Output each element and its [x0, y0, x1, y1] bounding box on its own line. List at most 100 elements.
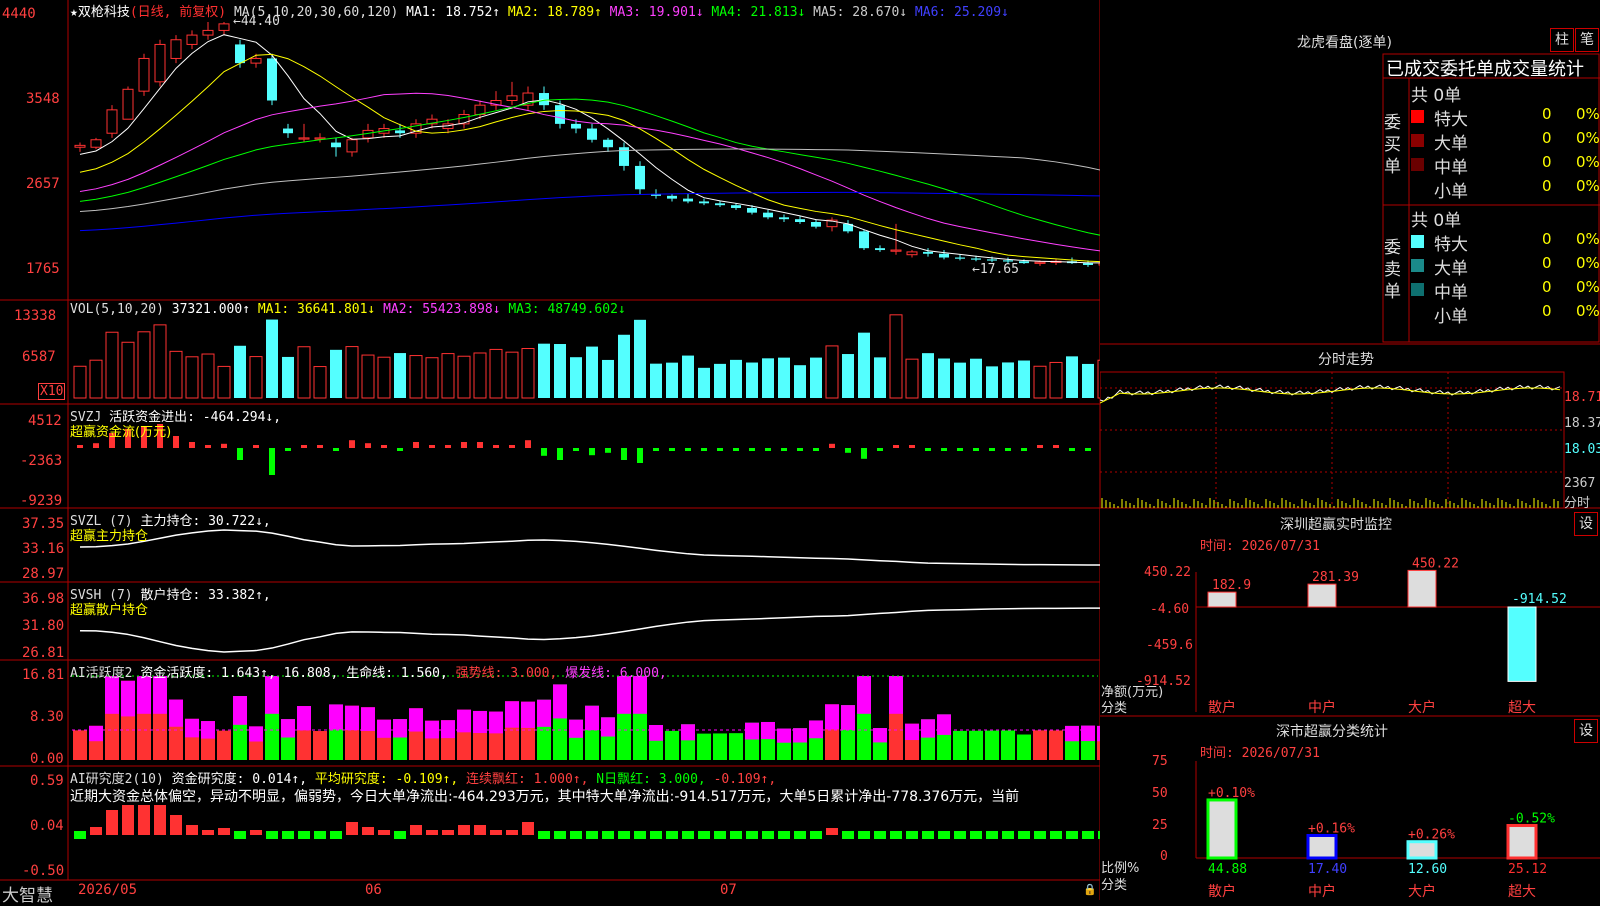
ai-active-burst-bar [105, 676, 119, 714]
bar-mode-button[interactable]: 柱 [1550, 28, 1574, 52]
svzl-ytick-3: 28.97 [22, 566, 65, 582]
volume-bar [538, 343, 550, 398]
volume-unit-badge[interactable]: X10 [38, 383, 66, 400]
candle-body [346, 139, 358, 153]
ai-active-bar [217, 730, 231, 760]
sell-total: 共 0单 [1411, 211, 1462, 231]
classify-category-3: 超大 [1508, 884, 1536, 900]
volume-bar [425, 357, 439, 399]
volume-bar [554, 344, 566, 398]
candle-body [859, 231, 869, 249]
ai-active-bar [1017, 734, 1031, 760]
classify-title: 深市超赢分类统计 [1276, 724, 1388, 740]
stock-name[interactable]: ★双枪科技 [70, 5, 130, 20]
ai-active-burst-bar [121, 680, 135, 717]
candle-body [202, 29, 214, 36]
ai-research-bar [762, 831, 774, 839]
svzj-bar [1021, 448, 1027, 451]
candle-body [955, 257, 965, 259]
ai-active-burst-bar [841, 705, 855, 730]
period-mode[interactable]: (日线, 前复权) [130, 5, 226, 20]
ai-active-burst-bar [345, 705, 359, 731]
candle-body [555, 105, 565, 124]
ai-active-burst-bar [249, 726, 263, 742]
ai-research-bar [554, 831, 566, 839]
main-chart-area[interactable]: ★双枪科技(日线, 前复权) MA(5,10,20,30,60,120) MA1… [0, 0, 1100, 906]
intraday-price-line [1100, 384, 1561, 402]
classify-category-2: 大户 [1408, 883, 1436, 900]
candle-body [890, 249, 902, 252]
candle-body [906, 251, 918, 256]
ai-research-bar [954, 831, 966, 839]
svsh-line [79, 607, 1100, 653]
ai-active-burst-bar [265, 676, 279, 714]
classify-bar-chart: +0.10% 44.88 散户 +0.16% 17.40 中户 +0.26% 12.60 大户 -… [1195, 761, 1600, 900]
ai-active-burst-bar [377, 719, 391, 738]
ai-research-bar [602, 831, 614, 839]
ai-active-bar [729, 733, 743, 760]
ai-research-bar [730, 831, 742, 839]
ai-active-bar [969, 730, 983, 760]
realtime-category-2: 大户 [1408, 699, 1436, 716]
realtime-ytick-3: -459.6 [1146, 638, 1193, 653]
svzj-ytick-1: 4512 [28, 413, 62, 429]
ai-research-bar [74, 831, 86, 839]
ma-line-3 [79, 92, 1100, 252]
classify-settings-button[interactable]: 设 [1574, 719, 1598, 743]
svzj-bar [589, 448, 595, 456]
candle-body [154, 43, 166, 83]
volume-bar [778, 357, 790, 398]
realtime-bar-2 [1407, 569, 1437, 608]
svzj-bar [301, 445, 307, 448]
classify-value-3: 25.12 [1508, 862, 1547, 877]
sell-xl-pct: 0% [1576, 230, 1600, 248]
ai-research-ytick-3: -0.50 [22, 863, 65, 879]
classify-value-2: 12.60 [1408, 862, 1447, 877]
volume-bar [602, 359, 614, 398]
svzj-bar [813, 448, 819, 451]
main-chart-svg[interactable] [0, 0, 1100, 900]
classify-change-0: +0.10% [1208, 786, 1255, 801]
candle-body [923, 251, 933, 254]
candle-body [779, 217, 789, 220]
candle-body [90, 139, 102, 148]
ma-line-6 [79, 191, 1100, 232]
kline-ytick-2: 3548 [26, 91, 60, 107]
ai-active-burst-bar [601, 717, 615, 737]
ai-research-nday: N日飘红: 3.000, [596, 772, 706, 787]
ai-research-bar [250, 830, 262, 835]
svzj-bar [317, 445, 323, 448]
volume-bar [89, 359, 103, 399]
ai-research-value: 资金研究度: 0.014↑, [171, 772, 308, 787]
volume-bar [634, 319, 646, 398]
candle-body [811, 222, 821, 227]
ai-life-line: 生命线: 1.560, [346, 666, 448, 681]
candle-body [635, 165, 645, 190]
right-panel: 182.9 散户 281.39 中户 450.22 大户 -914.52 超大 +0.10% 4… [1100, 0, 1600, 900]
volume-bar [938, 358, 950, 398]
ai-research-bar [970, 831, 982, 839]
svzj-bar [77, 445, 83, 448]
ai-research-bar [458, 825, 470, 835]
ai-research-bar [650, 831, 662, 839]
lock-icon[interactable]: 🔒 [1083, 883, 1097, 896]
ai-research-bar [506, 830, 518, 835]
ai-research-bar [122, 805, 134, 835]
svzj-bar [173, 436, 179, 448]
volume-bar [1082, 363, 1094, 398]
buy-xl-swatch [1411, 110, 1424, 123]
ai-research-bar [538, 831, 550, 839]
volume-bar [1018, 360, 1030, 398]
pen-mode-button[interactable]: 笔 [1575, 28, 1599, 52]
svsh-value: 散户持仓: 33.382↑, [140, 588, 271, 603]
buy-l-label: 大单 [1434, 134, 1468, 154]
svzj-bar [765, 448, 771, 451]
ai-research-bar [346, 822, 358, 835]
ma-line-1 [79, 34, 1100, 264]
realtime-settings-button[interactable]: 设 [1574, 512, 1598, 536]
volume-bar [330, 349, 342, 398]
svzj-bar [285, 448, 291, 451]
classify-ytick-1: 75 [1152, 754, 1168, 769]
ai-active-burst-bar [329, 704, 343, 730]
ai-active-bar [1001, 730, 1015, 760]
